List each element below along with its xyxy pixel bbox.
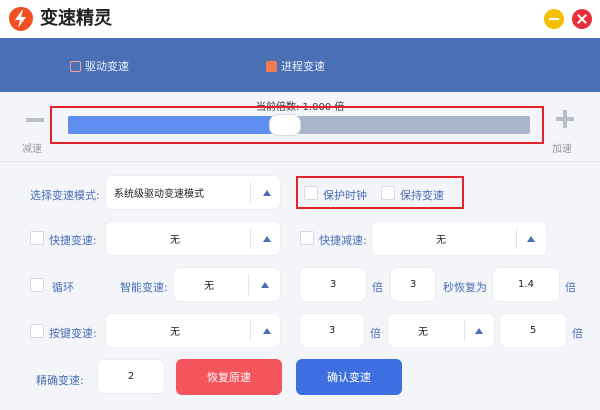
key-speed-checkbox[interactable] <box>30 324 44 338</box>
key-multiplier-unit: 倍 <box>370 327 381 340</box>
options-highlight-box <box>296 176 464 209</box>
smart-speed-label: 智能变速: <box>120 281 168 294</box>
precise-speed-input[interactable]: 2 <box>98 360 164 393</box>
title-bar: 变速精灵 <box>0 0 600 38</box>
slider-highlight-box <box>50 106 544 144</box>
chevron-up-icon <box>475 327 483 334</box>
minus-icon[interactable] <box>26 118 44 122</box>
slow-down-label: 减速 <box>22 144 42 155</box>
minimize-button[interactable] <box>544 9 564 29</box>
loop-checkbox[interactable] <box>30 278 44 292</box>
speed-up-label: 加速 <box>552 144 572 155</box>
floppy-icon <box>70 60 81 72</box>
process-icon <box>266 60 277 72</box>
loop-multiplier-input[interactable]: 3 <box>300 268 366 301</box>
quick-speedup-select[interactable]: 无 <box>106 222 280 255</box>
quick-slowdown-select[interactable]: 无 <box>372 222 546 255</box>
tab-process-speed[interactable]: 进程变速 <box>266 58 325 74</box>
quick-slowdown-value: 无 <box>436 235 446 246</box>
tab-process-speed-label: 进程变速 <box>281 60 325 73</box>
key-multiplier-value: 3 <box>328 325 336 336</box>
second-value: 5 <box>529 325 537 336</box>
quick-slowdown-label: 快捷减速: <box>319 234 367 247</box>
loop-seconds-value: 3 <box>409 279 417 290</box>
precise-speed-value: 2 <box>127 371 135 382</box>
mode-label: 选择变速模式: <box>30 189 100 202</box>
mode-value: 系统级驱动变速模式 <box>114 189 204 200</box>
chevron-up-icon <box>527 235 535 242</box>
key-multiplier-input[interactable]: 3 <box>300 314 364 347</box>
chevron-up-icon <box>263 327 271 334</box>
tab-driver-speed-label: 驱动变速 <box>85 60 129 73</box>
chevron-up-icon <box>263 235 271 242</box>
close-button[interactable] <box>572 9 592 29</box>
app-title: 变速精灵 <box>40 8 112 29</box>
key-speed-value: 无 <box>170 327 180 338</box>
lightning-logo-icon <box>9 7 33 31</box>
second-key-select[interactable]: 无 <box>388 314 494 347</box>
mode-select[interactable]: 系统级驱动变速模式 <box>106 176 280 209</box>
smart-speed-select[interactable]: 无 <box>174 268 280 301</box>
restore-value: 1.4 <box>518 279 534 290</box>
loop-multiplier-value: 3 <box>329 279 337 290</box>
quick-speedup-checkbox[interactable] <box>30 231 44 245</box>
tab-driver-speed[interactable]: 驱动变速 <box>70 58 129 74</box>
quick-speedup-label: 快捷变速: <box>49 234 97 247</box>
confirm-speed-button[interactable]: 确认变速 <box>296 359 402 395</box>
restore-label: 秒恢复为 <box>443 281 487 294</box>
quick-slowdown-checkbox[interactable] <box>300 231 314 245</box>
second-unit: 倍 <box>572 327 583 340</box>
loop-seconds-input[interactable]: 3 <box>391 268 435 301</box>
loop-multiplier-unit: 倍 <box>372 281 383 294</box>
second-value-input[interactable]: 5 <box>500 314 566 347</box>
restore-value-input[interactable]: 1.4 <box>493 268 559 301</box>
quick-speedup-value: 无 <box>170 235 180 246</box>
chevron-up-icon <box>263 189 271 196</box>
precise-speed-label: 精确变速: <box>36 374 84 387</box>
key-speed-label: 按键变速: <box>49 327 97 340</box>
smart-speed-value: 无 <box>204 281 214 292</box>
plus-icon[interactable] <box>556 110 574 128</box>
key-speed-select[interactable]: 无 <box>106 314 280 347</box>
tab-bar: 驱动变速 进程变速 <box>0 38 600 92</box>
restore-unit: 倍 <box>565 281 576 294</box>
second-key-value: 无 <box>418 327 428 338</box>
loop-label: 循环 <box>52 281 74 294</box>
reset-speed-button[interactable]: 恢复原速 <box>176 359 282 395</box>
chevron-up-icon <box>261 281 269 288</box>
